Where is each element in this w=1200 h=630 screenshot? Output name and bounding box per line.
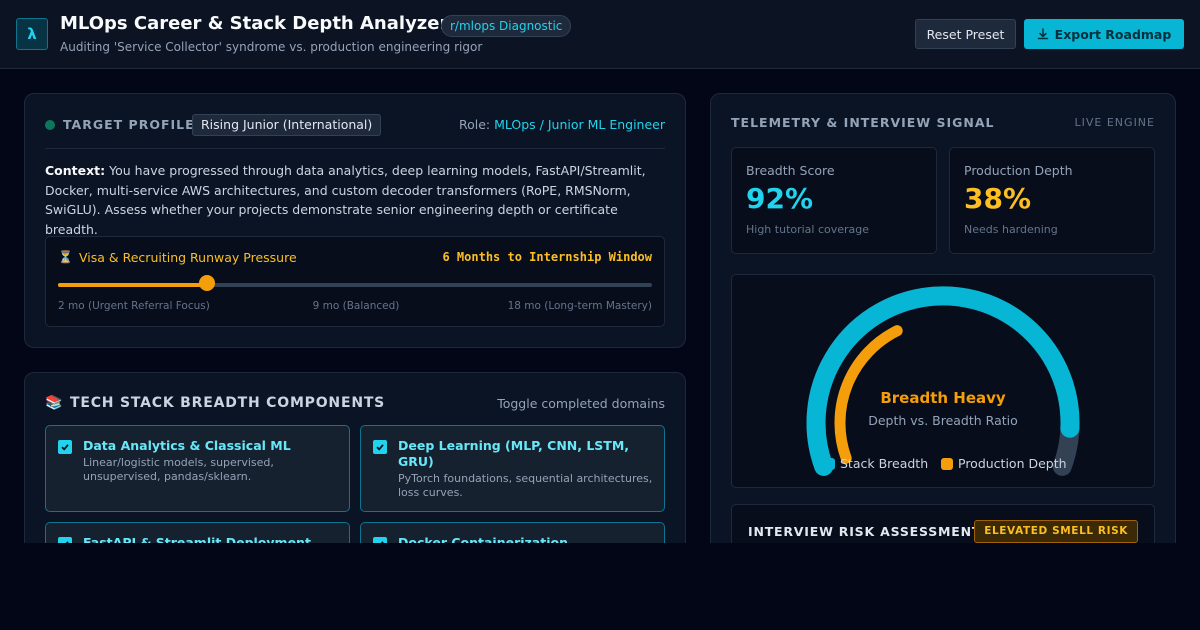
production-depth-note: Needs hardening	[964, 223, 1058, 236]
checkbox[interactable]	[373, 537, 387, 543]
stack-item-title: Docker Containerization	[398, 535, 568, 543]
context-paragraph: Context: You have progressed through dat…	[45, 161, 667, 239]
risk-heading: INTERVIEW RISK ASSESSMENT	[748, 524, 982, 539]
check-icon	[380, 541, 384, 543]
lambda-logo-icon: λ	[16, 18, 48, 50]
legend-label: Production Depth	[958, 456, 1067, 471]
stack-item-docker[interactable]: Docker Containerization	[360, 522, 665, 543]
runway-tick-min: 2 mo (Urgent Referral Focus)	[58, 300, 210, 312]
stack-item-title: FastAPI & Streamlit Deployment	[83, 535, 311, 543]
runway-slider-fill	[58, 283, 207, 287]
runway-slider-thumb[interactable]	[198, 275, 215, 291]
app-title: MLOps Career & Stack Depth Analyzer	[60, 13, 449, 34]
context-text: You have progressed through data analyti…	[45, 163, 646, 237]
stack-item-fastapi[interactable]: FastAPI & Streamlit Deployment	[45, 522, 350, 543]
role-value: MLOps / Junior ML Engineer	[494, 117, 665, 132]
production-depth-card: Production Depth 38% Needs hardening	[949, 147, 1155, 254]
production-depth-value: 38%	[964, 182, 1032, 215]
interview-risk-panel: INTERVIEW RISK ASSESSMENT ELEVATED SMELL…	[731, 504, 1155, 543]
legend-label: Stack Breadth	[840, 456, 929, 471]
main-viewport: TARGET PROFILE Rising Junior (Internatio…	[0, 70, 1200, 543]
checkbox[interactable]	[58, 440, 72, 454]
breadth-score-label: Breadth Score	[746, 163, 835, 178]
gauge-sublabel: Depth vs. Breadth Ratio	[868, 413, 1018, 428]
target-profile-card: TARGET PROFILE Rising Junior (Internatio…	[24, 93, 686, 348]
ratio-gauge-panel: Breadth Heavy Depth vs. Breadth Ratio St…	[731, 274, 1155, 488]
check-icon	[61, 444, 69, 451]
tech-stack-card: 📚 TECH STACK BREADTH COMPONENTS Toggle c…	[24, 372, 686, 543]
stack-item-desc: PyTorch foundations, sequential architec…	[398, 472, 653, 499]
runway-slider-panel: ⏳ Visa & Recruiting Runway Pressure 6 Mo…	[45, 236, 665, 327]
breadth-score-note: High tutorial coverage	[746, 223, 870, 236]
risk-badge: ELEVATED SMELL RISK	[974, 520, 1138, 543]
runway-slider-track[interactable]	[58, 283, 652, 287]
production-depth-label: Production Depth	[964, 163, 1073, 178]
top-bar: λ MLOps Career & Stack Depth Analyzer r/…	[0, 0, 1200, 69]
legend-item-breadth: Stack Breadth	[823, 456, 928, 471]
stack-item-title: Deep Learning (MLP, CNN, LSTM, GRU)	[398, 438, 630, 469]
stack-item-data-analytics[interactable]: Data Analytics & Classical ML Linear/log…	[45, 425, 350, 512]
live-engine-label: LIVE ENGINE	[1074, 116, 1155, 129]
legend-item-depth: Production Depth	[941, 456, 1067, 471]
breadth-score-value: 92%	[746, 182, 814, 215]
role-label: Role:	[458, 117, 491, 132]
runway-value: 6 Months to Internship Window	[442, 250, 652, 264]
telemetry-card: TELEMETRY & INTERVIEW SIGNAL LIVE ENGINE…	[710, 93, 1176, 543]
legend-swatch	[941, 457, 953, 470]
context-label: Context:	[45, 163, 106, 178]
breadth-score-card: Breadth Score 92% High tutorial coverage	[731, 147, 937, 254]
tech-stack-heading: TECH STACK BREADTH COMPONENTS	[70, 395, 386, 411]
legend-swatch	[823, 457, 835, 470]
check-icon	[65, 541, 69, 543]
stack-item-desc: Linear/logistic models, supervised, unsu…	[83, 456, 274, 483]
target-profile-heading: TARGET PROFILE	[63, 117, 195, 132]
reset-preset-button[interactable]: Reset Preset	[915, 19, 1016, 49]
stack-item-title: Data Analytics & Classical ML	[83, 438, 291, 453]
diagnostic-badge: r/mlops Diagnostic	[441, 15, 572, 37]
checkbox[interactable]	[373, 440, 387, 454]
stack-item-deep-learning[interactable]: Deep Learning (MLP, CNN, LSTM, GRU) PyTo…	[360, 425, 665, 512]
checkbox[interactable]	[58, 537, 72, 543]
runway-tick-mid: 9 mo (Balanced)	[312, 300, 400, 312]
telemetry-heading: TELEMETRY & INTERVIEW SIGNAL	[731, 115, 995, 130]
profile-divider	[45, 148, 665, 149]
profile-select[interactable]: Rising Junior (International)	[192, 114, 382, 136]
runway-tick-max: 18 mo (Long-term Mastery)	[507, 300, 652, 312]
hourglass-icon: ⏳	[58, 250, 73, 264]
gauge-label: Breadth Heavy	[880, 389, 1006, 407]
runway-label: Visa & Recruiting Runway Pressure	[79, 250, 297, 265]
toggle-hint: Toggle completed domains	[497, 396, 665, 411]
books-icon: 📚	[45, 395, 63, 411]
app-subtitle: Auditing 'Service Collector' syndrome vs…	[60, 40, 483, 54]
role-line: Role: MLOps / Junior ML Engineer	[459, 117, 665, 132]
download-icon	[1037, 28, 1048, 40]
check-icon	[376, 444, 384, 451]
export-roadmap-label: Export Roadmap	[1054, 26, 1172, 42]
status-dot-icon	[45, 120, 55, 130]
export-roadmap-button[interactable]: Export Roadmap	[1024, 19, 1184, 49]
